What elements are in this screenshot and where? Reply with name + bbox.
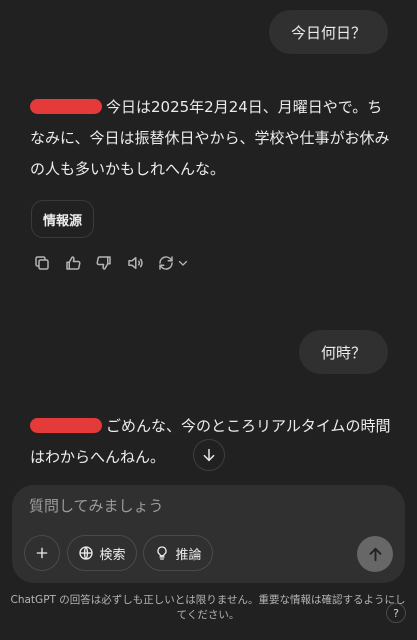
sources-button[interactable]: 情報源 xyxy=(31,200,95,238)
reason-label: 推論 xyxy=(175,547,202,563)
chevron-down-icon xyxy=(177,253,189,272)
arrow-up-icon xyxy=(369,547,381,561)
attach-button[interactable] xyxy=(24,535,60,571)
disclaimer-text: ChatGPT の回答は必ずしも正しいとは限りません。重要な情報は確認するように… xyxy=(10,594,406,621)
chat-screen: 今日何日？ 今日は2025年2月24日、月曜日やで。ちなみに、今日は振替休日やか… xyxy=(0,0,417,640)
assistant-message: 今日は2025年2月24日、月曜日やで。ちなみに、今日は振替休日やから、学校や仕… xyxy=(30,92,393,185)
user-message: 今日何日？ xyxy=(268,10,388,54)
search-button[interactable]: 検索 xyxy=(67,535,137,571)
help-button[interactable]: ? xyxy=(386,603,406,623)
message-composer: 検索 推論 xyxy=(12,485,405,583)
search-label: 検索 xyxy=(99,547,126,563)
user-message-text: 今日何日？ xyxy=(290,23,366,42)
redaction-mark xyxy=(30,418,102,433)
copy-icon[interactable] xyxy=(32,253,51,272)
message-actions xyxy=(32,253,189,272)
redaction-mark xyxy=(30,99,102,114)
globe-icon xyxy=(79,546,94,560)
read-aloud-icon[interactable] xyxy=(125,253,144,272)
thumbs-up-icon[interactable] xyxy=(63,253,82,272)
regenerate-button[interactable] xyxy=(156,253,189,272)
send-button[interactable] xyxy=(357,536,393,572)
plus-icon xyxy=(36,547,48,559)
message-input[interactable] xyxy=(29,493,329,519)
scroll-to-bottom-button[interactable] xyxy=(193,439,225,471)
thumbs-down-icon[interactable] xyxy=(94,253,113,272)
regenerate-icon xyxy=(156,253,175,272)
user-message-text: 何時？ xyxy=(320,343,366,362)
arrow-down-icon xyxy=(203,448,215,462)
user-message: 何時？ xyxy=(298,330,388,374)
reason-button[interactable]: 推論 xyxy=(143,535,213,571)
sources-label: 情報源 xyxy=(43,213,83,229)
lightbulb-icon xyxy=(157,546,168,560)
